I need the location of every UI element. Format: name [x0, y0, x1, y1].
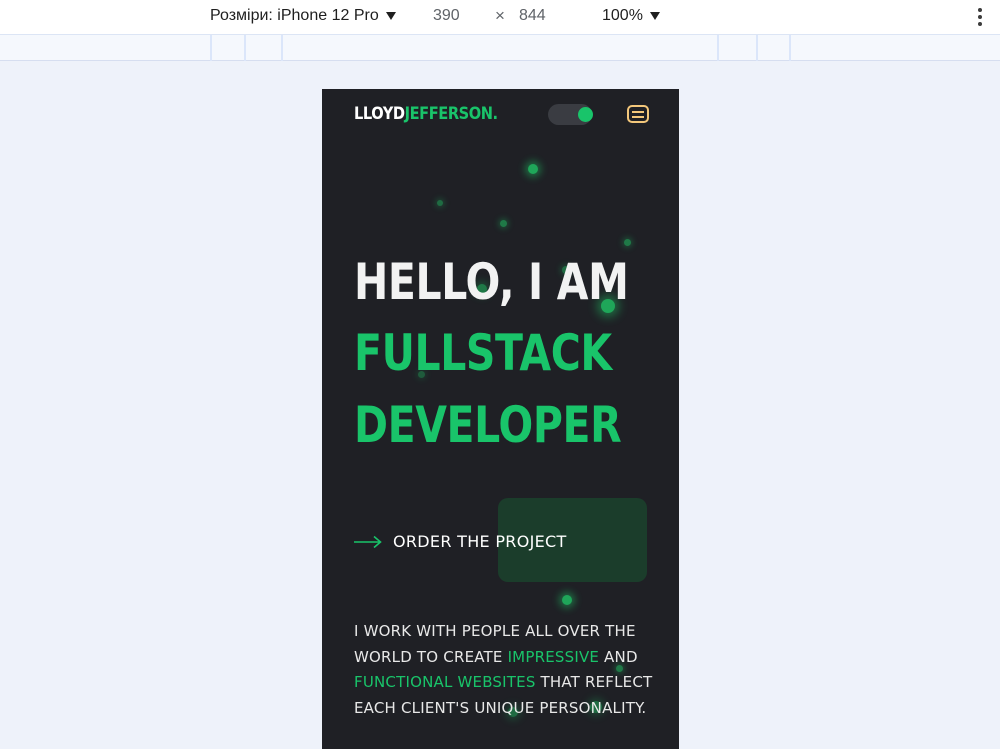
media-query-marker[interactable]	[717, 35, 719, 61]
viewport-width-input[interactable]: 390	[433, 7, 460, 25]
mobile-viewport: LLOYDJEFFERSON. HELLO, I AM FULLSTACK DE…	[322, 89, 679, 749]
site-logo[interactable]: LLOYDJEFFERSON.	[354, 104, 498, 124]
particle	[562, 595, 572, 605]
media-query-marker[interactable]	[756, 35, 758, 61]
about-text: I WORK WITH PEOPLE ALL OVER THE WORLD TO…	[354, 619, 654, 721]
media-query-marker[interactable]	[244, 35, 246, 61]
arrow-right-icon[interactable]	[354, 535, 382, 549]
device-select[interactable]: Розміри: iPhone 12 Pro	[210, 7, 396, 25]
particle	[437, 200, 443, 206]
media-query-ruler[interactable]	[0, 34, 1000, 61]
order-project-link[interactable]: ORDER THE PROJECT	[393, 532, 567, 551]
about-text-part: AND	[599, 647, 638, 666]
device-label: Розміри: iPhone 12 Pro	[210, 7, 379, 24]
particle	[500, 220, 507, 227]
about-highlight: IMPRESSIVE	[507, 647, 600, 666]
zoom-label: 100%	[602, 7, 643, 24]
hero-title-line2: DEVELOPER	[354, 396, 622, 454]
about-highlight: FUNCTIONAL WEBSITES	[354, 673, 536, 691]
hamburger-menu-icon[interactable]	[627, 105, 649, 123]
viewport-height-input[interactable]: 844	[519, 7, 546, 25]
dimension-separator: ×	[495, 6, 505, 25]
media-query-marker[interactable]	[210, 35, 212, 61]
logo-first-name: LLOYD	[354, 104, 405, 124]
media-query-marker[interactable]	[281, 35, 283, 61]
zoom-select[interactable]: 100%	[602, 7, 660, 25]
hero-title-line1: FULLSTACK	[354, 324, 612, 382]
particle	[624, 239, 631, 246]
kebab-menu-icon[interactable]	[976, 8, 984, 26]
toggle-knob	[578, 107, 593, 122]
theme-toggle-icon[interactable]	[548, 104, 593, 125]
particle	[528, 164, 538, 174]
devtools-device-toolbar: Розміри: iPhone 12 Pro 390 × 844 100%	[0, 0, 1000, 34]
hero-greeting: HELLO, I AM	[354, 253, 629, 311]
chevron-down-icon	[649, 12, 660, 20]
chevron-down-icon	[385, 12, 396, 20]
media-query-marker[interactable]	[789, 35, 791, 61]
logo-last-name: JEFFERSON.	[404, 104, 499, 124]
